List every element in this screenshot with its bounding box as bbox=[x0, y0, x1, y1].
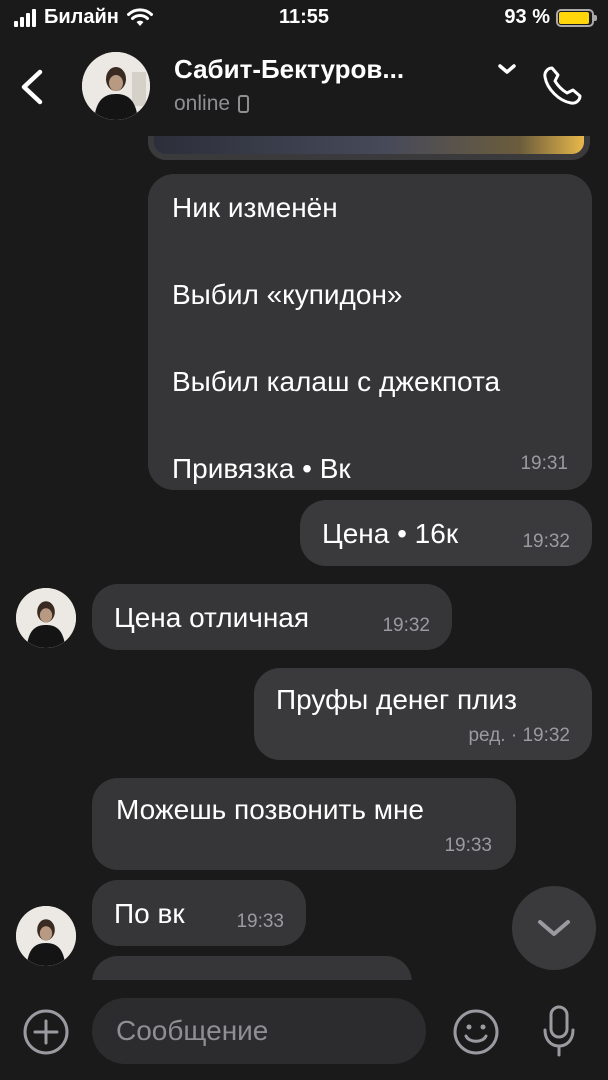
phone-icon[interactable] bbox=[538, 62, 586, 110]
message-bubble-incoming[interactable]: Цена отличная 19:32 bbox=[92, 584, 452, 650]
contact-status: online bbox=[174, 92, 250, 116]
mobile-device-icon bbox=[238, 95, 250, 113]
smile-icon[interactable] bbox=[452, 1008, 500, 1056]
message-bubble-incoming[interactable]: Ник изменён Выбил «купидон» Выбил калаш … bbox=[148, 174, 592, 490]
message-text: Привязка • Вк bbox=[172, 453, 351, 484]
status-right: 93 % bbox=[504, 6, 597, 29]
contact-name[interactable]: Сабит-Бектуров... bbox=[174, 54, 474, 85]
message-time: 19:33 bbox=[236, 911, 284, 933]
message-text: Пруфы денег плиз bbox=[276, 684, 517, 715]
message-bubble-outgoing[interactable]: Цена • 16к 19:32 bbox=[300, 500, 592, 566]
battery-fill bbox=[559, 11, 589, 24]
composer-bar bbox=[0, 980, 608, 1080]
edited-label: ред. · bbox=[468, 725, 518, 747]
plus-circle-icon[interactable] bbox=[22, 1008, 70, 1056]
message-bubble-outgoing[interactable]: Пруфы денег плиз ред. · 19:32 bbox=[254, 668, 592, 760]
avatar[interactable] bbox=[82, 52, 150, 120]
chevron-down-icon bbox=[538, 920, 570, 936]
microphone-icon[interactable] bbox=[542, 1004, 576, 1058]
chevron-down-icon[interactable] bbox=[494, 60, 520, 80]
message-input[interactable] bbox=[92, 998, 426, 1064]
chevron-left-icon[interactable] bbox=[14, 64, 54, 110]
message-time: 19:32 bbox=[382, 615, 430, 637]
message-text: Можешь позвонить мне bbox=[116, 794, 424, 825]
avatar[interactable] bbox=[16, 906, 76, 966]
battery-percent: 93 % bbox=[504, 6, 550, 28]
message-text: Выбил калаш с джекпота bbox=[172, 366, 501, 397]
status-text: online bbox=[174, 92, 231, 115]
status-bar: Билайн 11:55 93 % bbox=[0, 0, 608, 40]
avatar[interactable] bbox=[16, 588, 76, 648]
message-bubble-incoming[interactable]: По вк 19:33 bbox=[92, 880, 306, 946]
message-list[interactable]: Ник изменён Выбил «купидон» Выбил калаш … bbox=[0, 136, 608, 980]
message-bubble-incoming[interactable]: Можешь позвонить мне 19:33 bbox=[92, 778, 516, 870]
message-time: 19:32 bbox=[522, 725, 570, 747]
message-text: Ник изменён bbox=[172, 192, 338, 223]
chat-header: Сабит-Бектуров... online bbox=[0, 40, 608, 136]
message-time: 19:32 bbox=[522, 531, 570, 553]
scroll-to-bottom-button[interactable] bbox=[512, 886, 596, 970]
message-bubble-incoming[interactable] bbox=[92, 956, 412, 980]
image-attachment[interactable] bbox=[148, 136, 590, 160]
message-text: Цена • 16к bbox=[322, 518, 459, 549]
battery-icon bbox=[556, 8, 597, 27]
message-text: Выбил «купидон» bbox=[172, 279, 403, 310]
message-text: По вк bbox=[114, 898, 185, 929]
message-time: 19:31 bbox=[520, 453, 568, 475]
message-text: Цена отличная bbox=[114, 602, 310, 633]
message-meta: ред. · 19:32 bbox=[468, 724, 570, 748]
message-time: 19:33 bbox=[444, 835, 492, 857]
